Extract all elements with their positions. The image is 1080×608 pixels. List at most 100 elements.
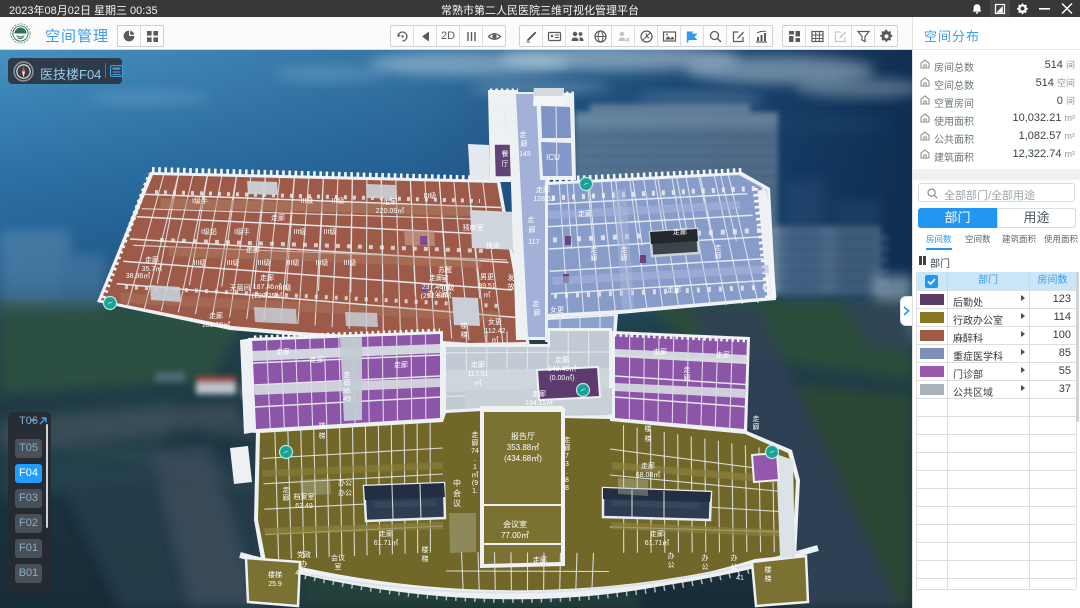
- svg-text:走: 走: [528, 216, 535, 224]
- svg-text:III级: III级: [324, 227, 337, 236]
- svg-text:走: 走: [533, 300, 540, 308]
- svg-text:会: 会: [453, 488, 461, 498]
- svg-text:走: 走: [715, 244, 722, 252]
- svg-text:117: 117: [528, 239, 539, 246]
- svg-text:走廊: 走廊: [260, 273, 274, 282]
- svg-text:公: 公: [731, 563, 738, 571]
- svg-text:室: 室: [335, 562, 342, 571]
- svg-text:走廊: 走廊: [310, 355, 324, 364]
- svg-text:议: 议: [453, 499, 461, 508]
- svg-text:廊: 廊: [344, 378, 351, 387]
- svg-text:中: 中: [453, 478, 461, 488]
- svg-text:49: 49: [343, 396, 351, 403]
- svg-text:7: 7: [565, 453, 569, 460]
- svg-text:放: 放: [508, 282, 515, 291]
- svg-text:餐: 餐: [502, 149, 509, 158]
- svg-text:走廊: 走廊: [394, 360, 408, 369]
- svg-text:走: 走: [344, 371, 351, 379]
- svg-text:(434.68㎡): (434.68㎡): [504, 454, 542, 463]
- svg-text:III级: III级: [344, 258, 357, 267]
- svg-text:办公: 办公: [338, 478, 352, 487]
- svg-text:41: 41: [736, 575, 744, 582]
- svg-text:走廊: 走廊: [145, 255, 159, 264]
- svg-text:办公室: 办公室: [428, 289, 449, 298]
- svg-text:㎡: ㎡: [484, 291, 491, 299]
- svg-text:廊: 廊: [715, 251, 722, 260]
- svg-text:(0.00㎡): (0.00㎡): [549, 374, 574, 382]
- svg-text:77.00㎡: 77.00㎡: [501, 531, 529, 540]
- svg-text:134.11㎡: 134.11㎡: [525, 399, 553, 407]
- svg-text:廊: 廊: [529, 225, 536, 234]
- svg-text:III级: III级: [424, 191, 437, 200]
- svg-text:走廊: 走廊: [276, 347, 290, 356]
- svg-text:走廊: 走廊: [379, 529, 393, 538]
- svg-text:廊: 廊: [564, 443, 571, 452]
- svg-text:走: 走: [520, 131, 527, 139]
- svg-text:I级手: I级手: [192, 196, 208, 205]
- svg-text:女更: 女更: [488, 317, 502, 326]
- svg-text:走廊: 走廊: [246, 245, 260, 254]
- svg-text:(9: (9: [472, 480, 478, 487]
- svg-text:档案室: 档案室: [294, 492, 315, 501]
- svg-text:㎡: ㎡: [492, 336, 499, 344]
- svg-text:103.19㎡: 103.19㎡: [202, 321, 230, 329]
- svg-text:廊: 廊: [283, 493, 290, 502]
- svg-text:楼: 楼: [765, 565, 772, 574]
- svg-text:廊: 廊: [591, 253, 598, 262]
- svg-text:I级手: I级手: [234, 227, 250, 236]
- svg-text:走: 走: [591, 246, 598, 254]
- svg-text:办: 办: [731, 553, 738, 562]
- svg-text:走: 走: [283, 486, 290, 494]
- svg-text:办: 办: [301, 559, 308, 568]
- svg-text:(290.25㎡: (290.25㎡: [252, 292, 283, 300]
- svg-text:楼: 楼: [422, 545, 429, 554]
- svg-text:128.52: 128.52: [533, 196, 555, 203]
- svg-text:III级: III级: [258, 258, 271, 267]
- svg-text:走廊: 走廊: [383, 197, 397, 206]
- svg-text:走廊: 走廊: [716, 350, 730, 359]
- svg-text:38.: 38.: [342, 388, 352, 395]
- svg-text:145: 145: [519, 151, 531, 158]
- svg-text:廊: 廊: [684, 373, 691, 382]
- svg-text:公: 公: [702, 563, 709, 571]
- svg-text:发: 发: [508, 273, 515, 282]
- svg-text:走廊: 走廊: [471, 360, 485, 369]
- svg-text:办: 办: [702, 553, 709, 562]
- svg-text:走廊: 走廊: [641, 461, 655, 470]
- svg-text:廊: 廊: [472, 438, 479, 447]
- svg-text:预麻室: 预麻室: [463, 223, 484, 232]
- svg-text:走廊: 走廊: [578, 209, 592, 218]
- svg-text:3: 3: [565, 461, 569, 468]
- svg-text:走: 走: [684, 366, 691, 374]
- svg-text:III级: III级: [194, 258, 207, 267]
- svg-text:无菌间: 无菌间: [230, 283, 251, 292]
- svg-text:237.46㎡: 237.46㎡: [422, 283, 450, 291]
- svg-text:1: 1: [473, 464, 477, 471]
- svg-text:走廊: 走廊: [533, 555, 547, 564]
- svg-text:112.42: 112.42: [485, 328, 506, 335]
- svg-text:III级: III级: [316, 258, 329, 267]
- svg-text:8: 8: [565, 485, 569, 492]
- svg-text:走廊: 走廊: [536, 185, 550, 194]
- svg-text:楼梯: 楼梯: [268, 570, 282, 579]
- svg-text:61.71㎡: 61.71㎡: [374, 539, 399, 547]
- svg-text:117.51: 117.51: [468, 371, 489, 378]
- svg-text:61.71㎡: 61.71㎡: [645, 539, 670, 547]
- svg-text:74: 74: [471, 448, 479, 455]
- svg-text:梯: 梯: [645, 434, 652, 443]
- svg-text:换床: 换床: [486, 241, 500, 250]
- svg-text:62.49: 62.49: [295, 503, 313, 510]
- svg-text:249.45㎡: 249.45㎡: [548, 365, 576, 373]
- svg-text:会议室: 会议室: [503, 519, 527, 529]
- svg-text:.: .: [474, 456, 476, 463]
- svg-text:走廊: 走廊: [673, 227, 687, 236]
- svg-text:353.88㎡: 353.88㎡: [507, 443, 539, 452]
- svg-text:室: 室: [442, 274, 449, 283]
- svg-text:III级: III级: [287, 258, 300, 267]
- svg-text:报告厅: 报告厅: [511, 431, 535, 441]
- svg-text:党政: 党政: [297, 550, 311, 559]
- svg-text:会议: 会议: [331, 553, 345, 562]
- svg-text:走廊: 走廊: [653, 347, 667, 356]
- svg-text:ICU: ICU: [546, 153, 560, 162]
- svg-text:公: 公: [668, 561, 675, 569]
